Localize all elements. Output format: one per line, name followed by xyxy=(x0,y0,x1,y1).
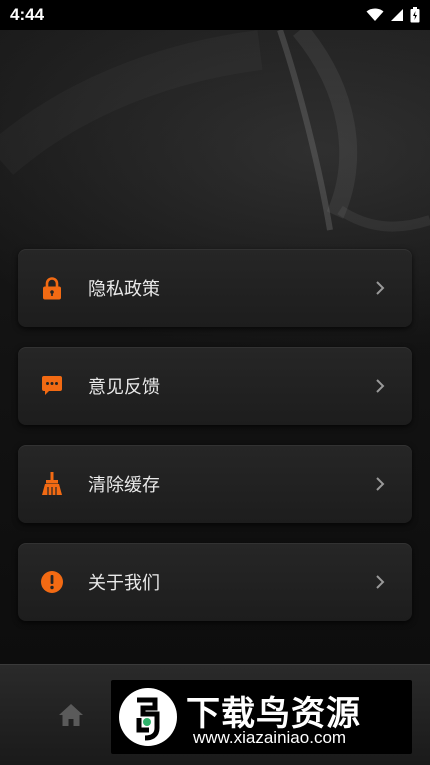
menu-item-label: 清除缓存 xyxy=(88,475,160,496)
settings-menu: 隐私政策 意见反馈 清除缓存 关于我们 xyxy=(18,249,412,641)
menu-item-clear-cache[interactable]: 清除缓存 xyxy=(18,445,412,523)
chevron-right-icon xyxy=(376,575,385,589)
signal-icon xyxy=(391,9,403,21)
battery-icon xyxy=(410,7,420,23)
wifi-icon xyxy=(366,8,384,21)
menu-item-label: 意见反馈 xyxy=(88,377,160,398)
broom-icon xyxy=(42,472,62,495)
status-time: 4:44 xyxy=(10,5,45,24)
chevron-right-icon xyxy=(376,477,385,491)
status-icons xyxy=(366,7,420,23)
chevron-right-icon xyxy=(376,281,385,295)
home-icon[interactable] xyxy=(58,703,84,727)
watermark-url: www.xiazainiao.com xyxy=(193,728,347,747)
watermark: 下载鸟资源 www.xiazainiao.com xyxy=(111,680,412,754)
watermark-logo xyxy=(119,688,177,746)
menu-item-about-us[interactable]: 关于我们 xyxy=(18,543,412,621)
menu-item-label: 隐私政策 xyxy=(88,279,160,300)
menu-item-label: 关于我们 xyxy=(88,573,160,594)
menu-item-feedback[interactable]: 意见反馈 xyxy=(18,347,412,425)
chat-icon xyxy=(42,376,62,395)
lock-icon xyxy=(43,277,61,300)
status-bar: 4:44 xyxy=(0,0,430,30)
menu-item-privacy-policy[interactable]: 隐私政策 xyxy=(18,249,412,327)
chevron-right-icon xyxy=(376,379,385,393)
info-icon xyxy=(41,571,63,593)
